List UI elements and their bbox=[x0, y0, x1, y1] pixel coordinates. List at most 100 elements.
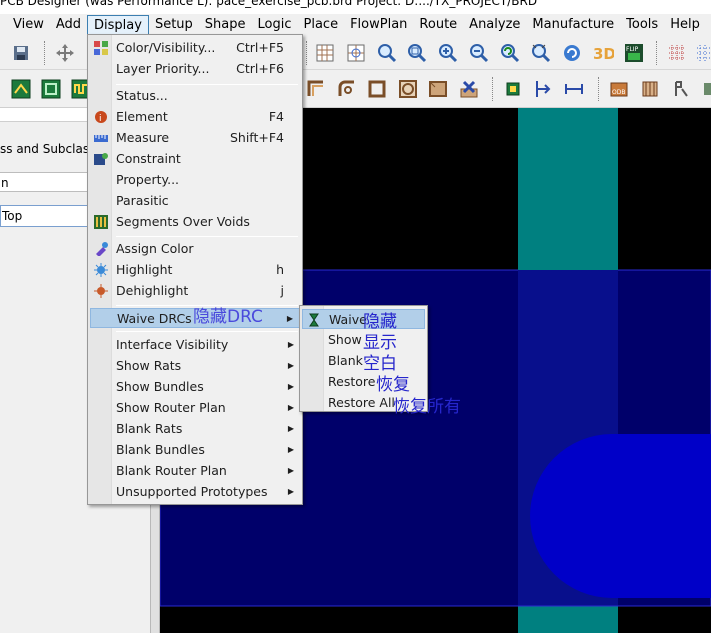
shape-rectangle-icon[interactable] bbox=[364, 76, 390, 102]
constraint-icon bbox=[94, 153, 108, 165]
submenu-arrow-icon: ▶ bbox=[287, 361, 294, 370]
menu-item-interface-visibility[interactable]: Interface Visibility ▶ bbox=[90, 335, 300, 355]
menu-item-parasitic[interactable]: Parasitic bbox=[90, 191, 300, 211]
grid-dots-icon[interactable] bbox=[692, 40, 711, 66]
menu-tools[interactable]: Tools bbox=[620, 15, 664, 35]
submenu-arrow-icon: ▶ bbox=[287, 466, 294, 475]
shape-delete-icon[interactable] bbox=[456, 76, 482, 102]
artwork-icon[interactable] bbox=[637, 76, 663, 102]
window-title-bar: PCB Designer (was Performance L): pace_e… bbox=[0, 0, 711, 14]
subclass-select-value: Top bbox=[2, 209, 23, 223]
menu-route[interactable]: Route bbox=[413, 15, 463, 35]
submenu-arrow-icon: ▶ bbox=[286, 314, 293, 323]
menu-bar: View Add Display Setup Shape Logic Place… bbox=[0, 14, 711, 36]
menu-help[interactable]: Help bbox=[664, 15, 706, 35]
hourglass-icon bbox=[309, 313, 319, 327]
menu-setup[interactable]: Setup bbox=[149, 15, 199, 35]
menu-item-blank-bundles[interactable]: Blank Bundles ▶ bbox=[90, 440, 300, 460]
waive-drcs-annotation: 隐藏DRC bbox=[193, 307, 263, 327]
submenu-arrow-icon: ▶ bbox=[287, 424, 294, 433]
grid-toggle-icon[interactable] bbox=[664, 40, 690, 66]
menu-view[interactable]: View bbox=[0, 15, 50, 35]
zoom-out-icon[interactable] bbox=[466, 40, 492, 66]
shape-arc-icon[interactable] bbox=[334, 76, 360, 102]
submenu-arrow-icon: ▶ bbox=[287, 487, 294, 496]
svg-text:i: i bbox=[99, 114, 102, 124]
submenu-arrow-icon: ▶ bbox=[287, 382, 294, 391]
zoom-window-icon[interactable] bbox=[404, 40, 430, 66]
3d-view-icon[interactable]: 3D bbox=[590, 40, 616, 66]
element-info-icon: i bbox=[95, 111, 107, 124]
menu-analyze[interactable]: Analyze bbox=[463, 15, 526, 35]
segments-over-voids-icon bbox=[94, 215, 108, 229]
menu-item-status[interactable]: Status... bbox=[90, 86, 300, 106]
zoom-previous-icon[interactable] bbox=[497, 40, 523, 66]
menu-manufacture[interactable]: Manufacture bbox=[526, 15, 620, 35]
menu-logic[interactable]: Logic bbox=[252, 15, 298, 35]
flip-design-icon[interactable]: FLIP bbox=[621, 40, 647, 66]
menu-place[interactable]: Place bbox=[298, 15, 345, 35]
menu-item-show-router-plan[interactable]: Show Router Plan ▶ bbox=[90, 398, 300, 418]
color-visibility-icon bbox=[94, 41, 108, 55]
grid-icon[interactable] bbox=[312, 40, 338, 66]
measure-icon bbox=[94, 135, 108, 142]
dimension-linear-icon[interactable] bbox=[561, 76, 587, 102]
menu-item-constraint[interactable]: Constraint bbox=[90, 149, 300, 169]
shape-corner-icon[interactable] bbox=[303, 76, 329, 102]
slide-icon[interactable] bbox=[38, 76, 64, 102]
menu-shape[interactable]: Shape bbox=[199, 15, 252, 35]
window-title: PCB Designer (was Performance L): pace_e… bbox=[0, 0, 538, 8]
class-select-value: n bbox=[1, 176, 9, 190]
highlight-icon bbox=[94, 263, 108, 277]
restore-all-note: 恢复所有 bbox=[393, 397, 461, 417]
menu-item-segments-over-voids[interactable]: Segments Over Voids bbox=[90, 212, 300, 232]
save-icon[interactable] bbox=[8, 40, 34, 66]
assign-color-icon bbox=[96, 242, 108, 256]
menu-item-property[interactable]: Property... bbox=[90, 170, 300, 190]
submenu-arrow-icon: ▶ bbox=[287, 445, 294, 454]
dimension-baseline-icon[interactable] bbox=[530, 76, 556, 102]
menu-item-assign-color[interactable]: Assign Color bbox=[90, 239, 300, 259]
menu-item-color-visibility[interactable]: Color/Visibility... Ctrl+F5 bbox=[90, 38, 300, 58]
svg-text:3D: 3D bbox=[593, 45, 614, 63]
drill-icon[interactable] bbox=[668, 76, 694, 102]
menu-item-layer-priority[interactable]: Layer Priority... Ctrl+F6 bbox=[90, 59, 300, 79]
menu-item-blank-rats[interactable]: Blank Rats ▶ bbox=[90, 419, 300, 439]
odb-export-icon[interactable]: ODB bbox=[606, 76, 632, 102]
submenu-arrow-icon: ▶ bbox=[287, 340, 294, 349]
menu-separator bbox=[116, 236, 298, 237]
menu-item-unsupported-prototypes[interactable]: Unsupported Prototypes ▶ bbox=[90, 482, 300, 502]
zoom-in-icon[interactable] bbox=[435, 40, 461, 66]
add-connect-icon[interactable] bbox=[8, 76, 34, 102]
zoom-grid-icon[interactable] bbox=[343, 40, 369, 66]
shape-select-icon[interactable] bbox=[425, 76, 451, 102]
toolbar-more-icon[interactable] bbox=[696, 76, 711, 102]
move-icon[interactable] bbox=[52, 40, 78, 66]
menu-item-measure[interactable]: Measure Shift+F4 bbox=[90, 128, 300, 148]
menu-item-element[interactable]: i Element F4 bbox=[90, 107, 300, 127]
toolbar-separator bbox=[656, 41, 658, 65]
menu-display[interactable]: Display bbox=[87, 15, 149, 35]
svg-text:ODB: ODB bbox=[612, 89, 625, 96]
menu-add[interactable]: Add bbox=[50, 15, 87, 35]
menu-item-show-rats[interactable]: Show Rats ▶ bbox=[90, 356, 300, 376]
menu-item-dehighlight[interactable]: Dehighlight j bbox=[90, 281, 300, 301]
zoom-fit-icon[interactable] bbox=[374, 40, 400, 66]
shape-circle-icon[interactable] bbox=[395, 76, 421, 102]
dehighlight-icon bbox=[94, 284, 108, 298]
toolbar-separator bbox=[492, 77, 494, 101]
menu-separator bbox=[116, 331, 298, 332]
toolbar-separator bbox=[598, 77, 600, 101]
zoom-center-icon[interactable] bbox=[528, 40, 554, 66]
toolbar-separator bbox=[44, 41, 46, 65]
dimension-icon[interactable] bbox=[500, 76, 526, 102]
menu-item-blank-router-plan[interactable]: Blank Router Plan ▶ bbox=[90, 461, 300, 481]
menu-item-show-bundles[interactable]: Show Bundles ▶ bbox=[90, 377, 300, 397]
redraw-icon[interactable] bbox=[559, 40, 585, 66]
menu-separator bbox=[116, 84, 298, 85]
menu-flowplan[interactable]: FlowPlan bbox=[344, 15, 413, 35]
toolbar-separator bbox=[306, 41, 308, 65]
svg-text:FLIP: FLIP bbox=[626, 46, 639, 53]
submenu-arrow-icon: ▶ bbox=[287, 403, 294, 412]
menu-item-highlight[interactable]: Highlight h bbox=[90, 260, 300, 280]
